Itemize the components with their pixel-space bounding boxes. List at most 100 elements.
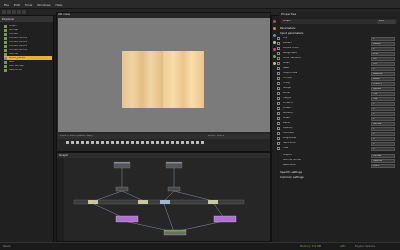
viewport-tool-icon[interactable] — [146, 141, 149, 144]
property-value[interactable]: 0 — [371, 147, 395, 151]
properties-section[interactable]: Common settings — [280, 175, 398, 179]
yellow-icon[interactable] — [273, 62, 276, 65]
viewport-tool-icon[interactable] — [191, 141, 194, 144]
menu-file[interactable]: File — [4, 3, 9, 7]
property-checkbox[interactable] — [277, 37, 280, 40]
property-checkbox[interactable] — [277, 47, 280, 50]
property-checkbox[interactable] — [277, 67, 280, 70]
property-checkbox[interactable] — [277, 142, 280, 145]
open-icon[interactable] — [7, 10, 11, 14]
property-checkbox[interactable] — [277, 127, 280, 130]
property-value[interactable]: 0 — [371, 137, 395, 141]
footer-property-value[interactable]: Diffuse — [371, 154, 395, 158]
viewport-tool-icon[interactable] — [131, 141, 134, 144]
properties-section[interactable]: Parameters — [280, 26, 398, 30]
viewport-tool-icon[interactable] — [121, 141, 124, 144]
viewport-tool-icon[interactable] — [196, 141, 199, 144]
viewport-tool-icon[interactable] — [181, 141, 184, 144]
property-checkbox[interactable] — [277, 122, 280, 125]
property-checkbox[interactable] — [277, 107, 280, 110]
viewport-tool-icon[interactable] — [156, 141, 159, 144]
property-value[interactable]: H and V — [371, 82, 395, 86]
property-checkbox[interactable] — [277, 97, 280, 100]
save-icon[interactable] — [12, 10, 16, 14]
properties-section[interactable]: Input parameters — [280, 31, 398, 35]
footer-property-value[interactable]: 1024 — [371, 164, 395, 168]
property-value[interactable]: 512 — [371, 92, 395, 96]
viewport-tool-icon[interactable] — [81, 141, 84, 144]
viewport-tool-icon[interactable] — [126, 141, 129, 144]
viewport-tool-icon[interactable] — [201, 141, 204, 144]
undo-icon[interactable] — [17, 10, 21, 14]
property-value[interactable]: 0.45 — [371, 52, 395, 56]
menu-help[interactable]: Help — [56, 3, 63, 7]
footer-property-value[interactable]: OpenGL — [371, 159, 395, 163]
property-value[interactable]: 0 — [371, 67, 395, 71]
property-checkbox[interactable] — [277, 62, 280, 65]
pink-icon[interactable] — [273, 48, 276, 51]
property-value[interactable]: 0 — [371, 112, 395, 116]
property-value[interactable]: 0.2 — [371, 57, 395, 61]
white-icon[interactable] — [273, 41, 276, 44]
property-value[interactable]: 1 — [371, 117, 395, 121]
property-checkbox[interactable] — [277, 52, 280, 55]
viewport-tool-icon[interactable] — [101, 141, 104, 144]
property-checkbox[interactable] — [277, 72, 280, 75]
property-checkbox[interactable] — [277, 82, 280, 85]
property-checkbox[interactable] — [277, 112, 280, 115]
viewport-tool-icon[interactable] — [96, 141, 99, 144]
property-checkbox[interactable] — [277, 92, 280, 95]
viewport-tool-icon[interactable] — [86, 141, 89, 144]
property-checkbox[interactable] — [277, 77, 280, 80]
property-value[interactable]: 0.6 — [371, 62, 395, 66]
viewport-tool-icon[interactable] — [151, 141, 154, 144]
property-value[interactable]: Planks — [371, 42, 395, 46]
property-value[interactable]: Normal — [371, 122, 395, 126]
red-icon[interactable] — [273, 20, 276, 23]
redo-icon[interactable] — [22, 10, 26, 14]
property-checkbox[interactable] — [277, 137, 280, 140]
viewport-tool-icon[interactable] — [66, 141, 69, 144]
viewport-tool-icon[interactable] — [136, 141, 139, 144]
viewport-tool-icon[interactable] — [166, 141, 169, 144]
property-value[interactable]: 0 — [371, 102, 395, 106]
viewport-tool-icon[interactable] — [176, 141, 179, 144]
property-value[interactable]: 0 — [371, 142, 395, 146]
property-value[interactable]: 512 — [371, 97, 395, 101]
property-checkbox[interactable] — [277, 57, 280, 60]
properties-edit-button[interactable]: Edit — [377, 19, 395, 24]
property-value[interactable]: RGBA — [371, 77, 395, 81]
viewport-tool-icon[interactable] — [111, 141, 114, 144]
property-checkbox[interactable] — [277, 132, 280, 135]
properties-section[interactable]: Specific settings — [280, 170, 398, 174]
property-checkbox[interactable] — [277, 87, 280, 90]
menu-tools[interactable]: Tools — [25, 3, 32, 7]
property-value[interactable]: 0 — [371, 107, 395, 111]
blue-icon[interactable] — [273, 34, 276, 37]
viewport-tool-icon[interactable] — [186, 141, 189, 144]
viewport-tool-icon[interactable] — [106, 141, 109, 144]
viewport-tool-icon[interactable] — [141, 141, 144, 144]
viewport-tool-icon[interactable] — [91, 141, 94, 144]
viewport-tool-icon[interactable] — [171, 141, 174, 144]
property-checkbox[interactable] — [277, 102, 280, 105]
property-value[interactable]: 1 — [371, 127, 395, 131]
property-value[interactable]: Relative — [371, 72, 395, 76]
property-checkbox[interactable] — [277, 117, 280, 120]
property-value[interactable]: 2 — [371, 47, 395, 51]
property-value[interactable]: Square — [371, 87, 395, 91]
property-checkbox[interactable] — [277, 42, 280, 45]
new-icon[interactable] — [2, 10, 6, 14]
graph-canvas[interactable] — [64, 158, 270, 241]
menu-edit[interactable]: Edit — [14, 3, 20, 7]
viewport-tool-icon[interactable] — [116, 141, 119, 144]
menu-windows[interactable]: Windows — [37, 3, 50, 7]
property-checkbox[interactable] — [277, 147, 280, 150]
green-icon[interactable] — [273, 55, 276, 58]
explorer-item[interactable]: Resources — [4, 68, 52, 72]
orange-icon[interactable] — [273, 27, 276, 30]
property-value[interactable]: 0 — [371, 132, 395, 136]
viewport-tool-icon[interactable] — [76, 141, 79, 144]
viewport-tool-icon[interactable] — [161, 141, 164, 144]
viewport-tool-icon[interactable] — [71, 141, 74, 144]
